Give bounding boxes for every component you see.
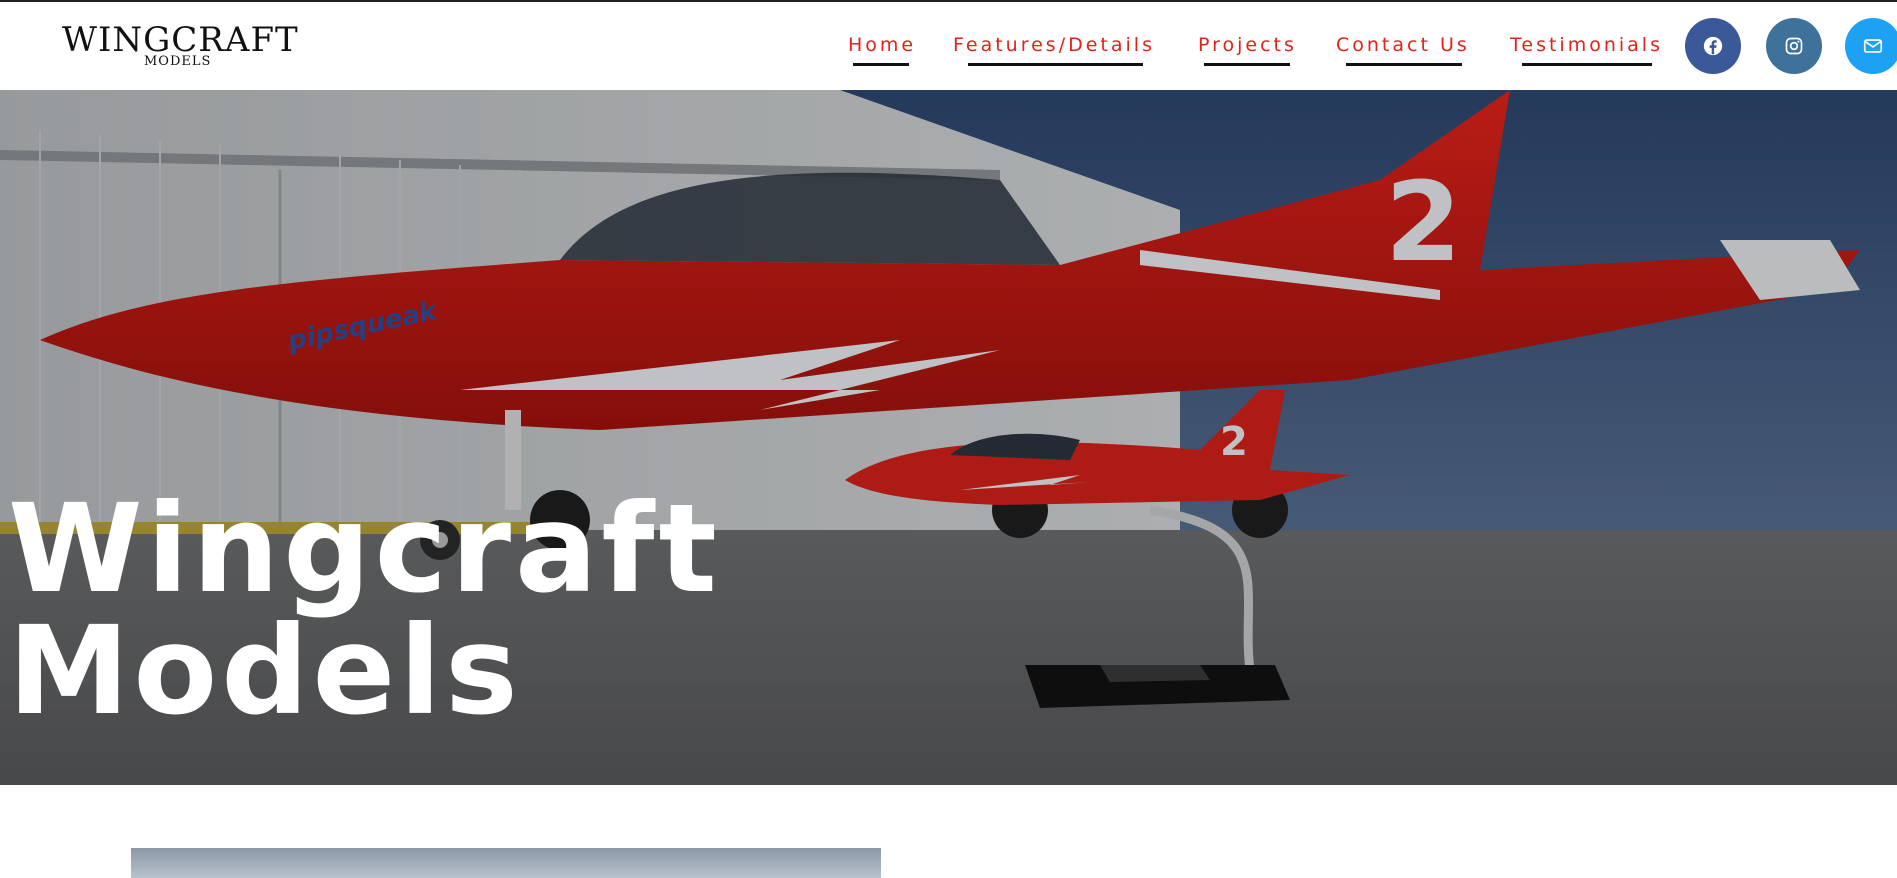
hero-banner: 2 pipsqueak 2 Wingcraft Models	[0, 90, 1897, 785]
nav-underline	[853, 63, 909, 66]
nav-underline	[968, 63, 1143, 66]
instagram-icon	[1785, 37, 1803, 55]
email-button[interactable]	[1845, 18, 1897, 74]
content-image-preview	[131, 848, 881, 878]
nav-link-contact[interactable]: Contact Us	[1336, 32, 1470, 58]
facebook-button[interactable]	[1685, 18, 1741, 74]
hero-title: Wingcraft Models	[8, 488, 721, 732]
hero-title-line2: Models	[8, 600, 522, 742]
hero-title-line1: Wingcraft	[8, 478, 721, 620]
logo-sub-text: MODELS	[144, 54, 212, 69]
site-header: WINGCRAFT MODELS Home Features/Details P…	[0, 2, 1897, 90]
nav-underline	[1522, 63, 1652, 66]
nav-link-testimonials[interactable]: Testimonials	[1510, 32, 1663, 58]
nav-link-home[interactable]: Home	[848, 32, 916, 58]
instagram-button[interactable]	[1766, 18, 1822, 74]
nav-link-projects[interactable]: Projects	[1198, 32, 1297, 58]
site-logo[interactable]: WINGCRAFT MODELS	[62, 20, 298, 74]
nav-underline	[1346, 63, 1462, 66]
nav-link-features[interactable]: Features/Details	[953, 32, 1155, 58]
facebook-icon	[1703, 36, 1723, 56]
email-icon	[1863, 39, 1883, 53]
nav-underline	[1204, 63, 1290, 66]
